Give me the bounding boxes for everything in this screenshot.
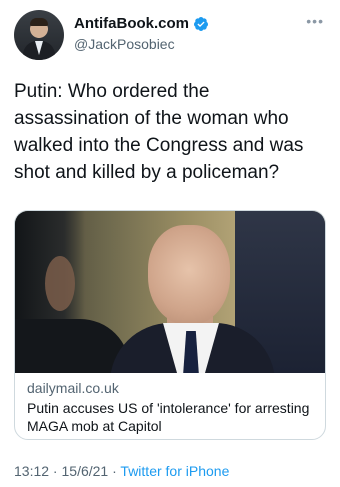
author-display-name[interactable]: AntifaBook.com bbox=[74, 14, 189, 33]
card-domain: dailymail.co.uk bbox=[27, 380, 119, 396]
card-image-face bbox=[148, 225, 230, 325]
tweet-header: AntifaBook.com @JackPosobiec ••• bbox=[14, 10, 326, 60]
tweet-date[interactable]: 15/6/21 bbox=[62, 463, 109, 479]
verified-badge-icon bbox=[194, 16, 209, 31]
card-title[interactable]: Putin accuses US of 'intolerance' for ar… bbox=[27, 399, 313, 435]
meta-separator: · bbox=[108, 463, 121, 479]
card-image-interviewer-ear bbox=[45, 256, 75, 311]
meta-separator: · bbox=[49, 463, 62, 479]
author-names: AntifaBook.com @JackPosobiec bbox=[74, 14, 209, 54]
tweet-meta: 13:12 · 15/6/21 · Twitter for iPhone bbox=[14, 462, 229, 480]
avatar-hair bbox=[30, 18, 48, 26]
more-icon[interactable]: ••• bbox=[306, 14, 324, 28]
tweet-time[interactable]: 13:12 bbox=[14, 463, 49, 479]
link-card[interactable]: dailymail.co.uk Putin accuses US of 'int… bbox=[14, 210, 326, 440]
tweet-source[interactable]: Twitter for iPhone bbox=[120, 463, 229, 479]
author-avatar[interactable] bbox=[14, 10, 64, 60]
card-body[interactable]: dailymail.co.uk Putin accuses US of 'int… bbox=[15, 373, 325, 435]
card-image[interactable] bbox=[15, 211, 325, 373]
author-display-name-row[interactable]: AntifaBook.com bbox=[74, 14, 209, 33]
tweet-text: Putin: Who ordered the assassination of … bbox=[14, 81, 304, 183]
author-handle[interactable]: @JackPosobiec bbox=[74, 35, 209, 54]
